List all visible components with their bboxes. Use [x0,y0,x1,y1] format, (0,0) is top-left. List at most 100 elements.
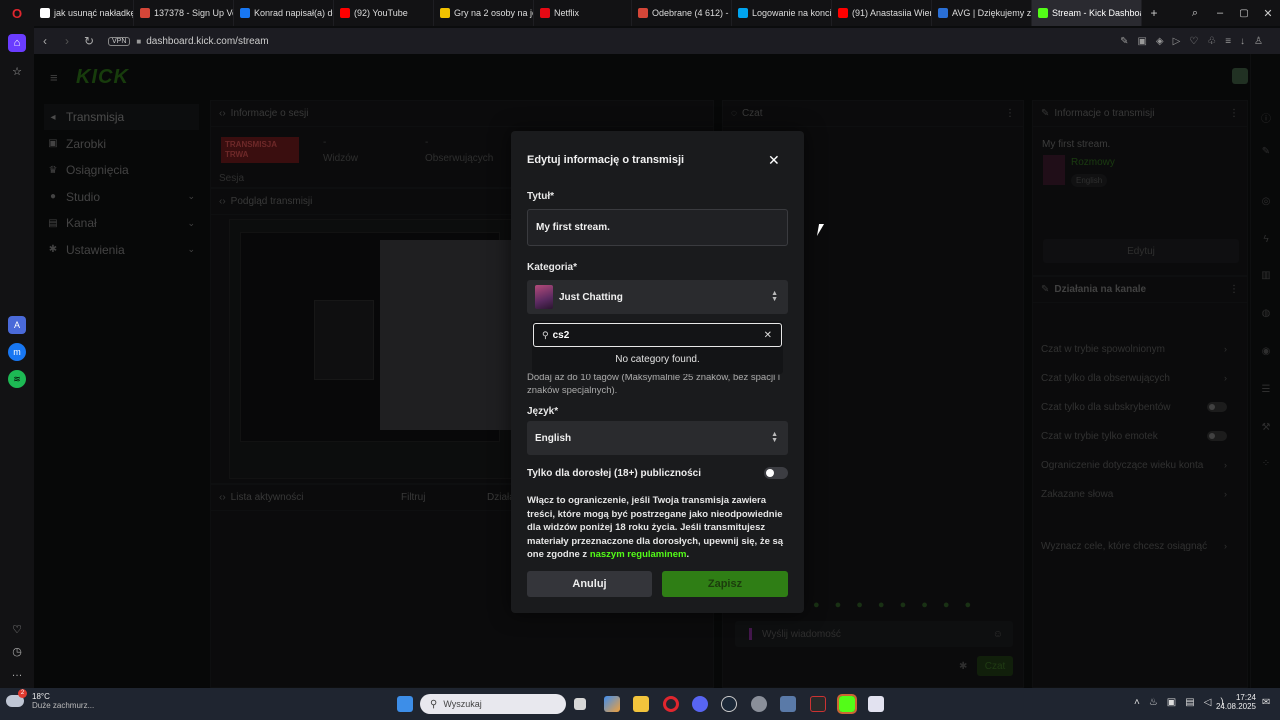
tab-strip: jak usunąć nakładkę d 137378 - Sign Up Ve… [34,0,1144,26]
address-bar: ‹ › ↻ VPN ■ dashboard.kick.com/stream ✎▣… [34,28,1280,54]
browser-tab[interactable]: jak usunąć nakładkę d [34,0,134,26]
close-window-icon[interactable]: ✕ [1256,7,1280,20]
app-icon[interactable] [810,696,826,712]
taskbar-search[interactable]: ⚲ Wyszukaj [420,694,566,714]
windows-taskbar: 2 18°C Duże zachmurz... ⚲ Wyszukaj ˄♨▣▤◁)… [0,688,1280,720]
tab-favicon-icon [40,8,50,18]
no-category-message: No category found. [615,354,700,365]
category-label: Kategoria* [527,262,578,273]
new-tab-button[interactable]: + [1144,6,1164,20]
discord-icon[interactable] [692,696,708,712]
close-icon[interactable]: ✕ [768,152,780,169]
clock-time[interactable]: 17:24 [1212,693,1256,702]
forward-icon[interactable]: › [56,34,78,48]
more-icon[interactable]: … [8,664,26,682]
browser-tab[interactable]: Stream - Kick Dashboard [1032,0,1142,26]
tab-label: Konrad napisał(a) do C [254,8,333,18]
back-icon[interactable]: ‹ [34,34,56,48]
category-thumbnail [535,285,553,309]
vpn-badge[interactable]: VPN [108,36,131,46]
title-input[interactable] [527,209,788,246]
browser-tab[interactable]: AVG | Dziękujemy za p [932,0,1032,26]
browser-tab[interactable]: Gry na 2 osoby na jed [434,0,534,26]
category-search-input[interactable] [552,329,753,341]
tab-label: (92) YouTube [354,8,408,18]
tab-label: jak usunąć nakładkę d [54,8,134,18]
spotify-icon[interactable]: ≋ [8,370,26,388]
tab-label: Odebrane (4 612) - adr [652,8,731,18]
clock-date[interactable]: 24.08.2025 [1212,702,1256,711]
steam-icon[interactable] [721,696,737,712]
lock-icon: ■ [136,36,142,46]
language-label: Język* [527,406,559,417]
browser-tab[interactable]: 137378 - Sign Up Verif [134,0,234,26]
modal-title: Edytuj informację o transmisji [527,154,685,166]
tab-label: Stream - Kick Dashboard [1052,8,1141,18]
browser-tab[interactable]: Odebrane (4 612) - adr [632,0,732,26]
terms-link[interactable]: naszym regulaminem [590,549,687,560]
search-tabs-icon[interactable]: ⌕ [1182,7,1208,20]
category-search[interactable]: ⚲ ✕ [533,323,782,347]
search-icon: ⚲ [430,698,438,710]
history-icon[interactable]: ◷ [8,642,26,660]
tab-favicon-icon [1038,8,1048,18]
copilot-icon[interactable] [604,696,620,712]
url-field[interactable]: dashboard.kick.com/stream [146,36,268,47]
adult-only-description: Włącz to ograniczenie, jeśli Twoja trans… [527,495,784,560]
category-select[interactable]: Just Chatting ▲ ▼ [527,280,788,314]
snipping-tool-icon[interactable] [868,696,884,712]
task-view-icon[interactable] [574,698,586,710]
mouse-cursor [816,224,830,236]
tab-label: 137378 - Sign Up Verif [154,8,233,18]
select-arrow-icon: ▲ ▼ [771,431,778,444]
edit-stream-modal: Edytuj informację o transmisji ✕ Tytuł* … [511,131,804,613]
tab-favicon-icon [240,8,250,18]
opera-taskbar-icon[interactable] [663,696,679,712]
tab-favicon-icon [140,8,150,18]
notification-icon[interactable]: ✉ [1262,697,1270,708]
tab-favicon-icon [738,8,748,18]
category-value: Just Chatting [559,291,623,303]
browser-tab[interactable]: Netflix [534,0,632,26]
search-icon: ⚲ [542,329,549,340]
browser-tab[interactable]: (92) YouTube [334,0,434,26]
cloud-icon: 2 [6,689,27,707]
save-button[interactable]: Zapisz [662,571,788,597]
reload-icon[interactable]: ↻ [78,34,100,48]
adult-only-toggle[interactable] [764,467,788,479]
language-select[interactable]: English ▲ ▼ [527,421,788,455]
maximize-icon[interactable]: ▢ [1232,8,1256,19]
speed-dial-icon[interactable]: ☆ [8,62,26,80]
opera-sidebar: ⌂ ☆ A m ≋ ♡ ◷ … [0,26,34,688]
tab-favicon-icon [340,8,350,18]
aria-icon[interactable]: A [8,316,26,334]
start-icon[interactable] [397,696,413,712]
cancel-button[interactable]: Anuluj [527,571,652,597]
tab-favicon-icon [838,8,848,18]
clear-search-icon[interactable]: ✕ [764,330,772,341]
browser-tab[interactable]: Logowanie na koncie [732,0,832,26]
browser-tab[interactable]: (91) Anastasiia Wiernik [832,0,932,26]
settings-icon[interactable] [751,696,767,712]
tags-hint: Dodaj aż do 10 tagów (Maksymalnie 25 zna… [527,372,780,396]
browser-tab-bar: O jak usunąć nakładkę d 137378 - Sign Up … [0,0,1280,26]
tab-favicon-icon [638,8,648,18]
photos-icon[interactable] [780,696,796,712]
minimize-icon[interactable]: – [1208,7,1232,19]
tab-label: Logowanie na koncie [752,8,832,18]
opera-logo-icon[interactable]: O [0,0,34,26]
weather-widget[interactable]: 2 18°C Duże zachmurz... [6,689,95,710]
heart-icon[interactable]: ♡ [8,620,26,638]
taskbar-search-placeholder: Wyszukaj [443,699,482,709]
messenger-icon[interactable]: m [8,343,26,361]
browser-tab[interactable]: Konrad napisał(a) do C [234,0,334,26]
kick-taskbar-icon[interactable] [837,694,857,714]
toolbar-icons[interactable]: ✎▣◈▷♡♧≡↓♙ [1120,36,1272,47]
file-explorer-icon[interactable] [633,696,649,712]
home-icon[interactable]: ⌂ [8,34,26,52]
tab-label: Gry na 2 osoby na jed [454,8,534,18]
tab-favicon-icon [938,8,948,18]
tab-favicon-icon [440,8,450,18]
select-arrow-icon: ▲ ▼ [771,290,778,303]
weather-desc: Duże zachmurz... [32,701,95,710]
